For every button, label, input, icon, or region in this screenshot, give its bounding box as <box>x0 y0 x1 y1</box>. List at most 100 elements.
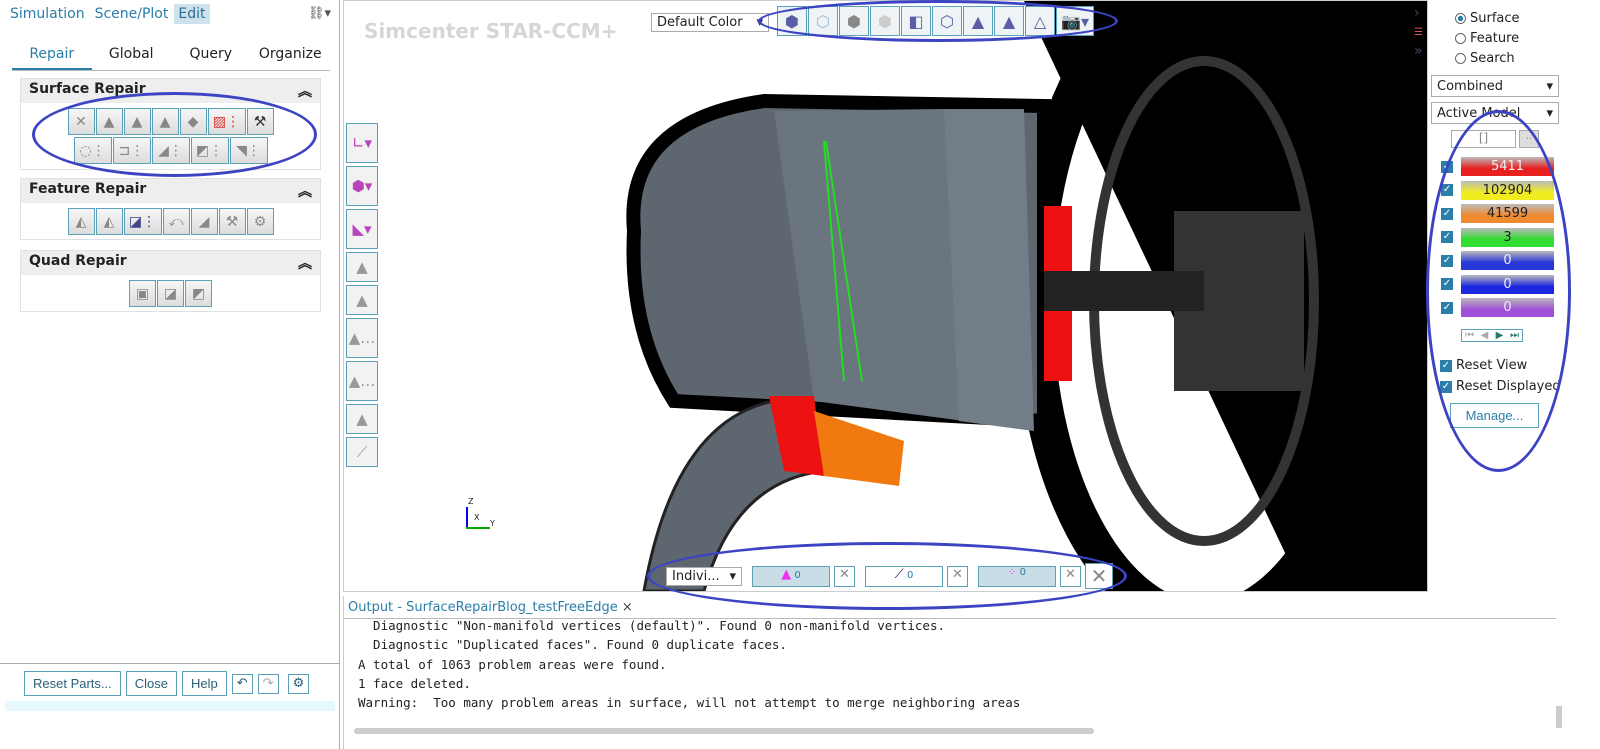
count-bar[interactable]: 0 <box>1461 251 1554 271</box>
reset-view-checkbox[interactable]: ✓ Reset View <box>1440 355 1561 376</box>
feature-curve-icon[interactable]: ⤺ <box>162 208 190 235</box>
radio-surface[interactable]: Surface <box>1455 8 1520 28</box>
edge-icon[interactable]: ⟋ <box>346 437 378 467</box>
collapse-icon[interactable]: ︽ <box>298 81 312 101</box>
quad-icon[interactable]: ▣ <box>129 280 156 307</box>
output-tab[interactable]: Output - SurfaceRepairBlog_testFreeEdge … <box>348 600 633 615</box>
panel-toggle-icons[interactable]: › ☰» <box>1414 4 1423 60</box>
move-faces-icon[interactable]: ◥⋮ <box>229 137 268 164</box>
selected-faces-counter[interactable]: ▲ 0 <box>752 565 830 587</box>
feature-plane-icon[interactable]: ◢ <box>190 208 218 235</box>
fill-triangle-icon[interactable]: ▲ <box>123 108 151 135</box>
triangle-more-icon[interactable]: ▲… <box>346 361 378 401</box>
diagonal-quad-icon[interactable]: ◩ <box>185 280 212 307</box>
tri-more-icon[interactable]: ▲… <box>346 318 378 358</box>
tab-query[interactable]: Query <box>171 44 251 70</box>
combined-dropdown[interactable]: Combined ▾ <box>1431 75 1559 97</box>
count-checkbox[interactable]: ✓ <box>1441 301 1453 314</box>
selection-mode-dropdown[interactable]: Indivi... ▾ <box>666 566 742 586</box>
radio-search[interactable]: Search <box>1455 48 1520 68</box>
clear-faces-icon[interactable]: ✕ <box>834 565 855 587</box>
solid-cube-icon[interactable]: ⬢ <box>777 6 807 36</box>
gray-cube-icon[interactable]: ⬢ <box>839 6 869 36</box>
zip-edges-icon[interactable]: ⊐⋮ <box>112 137 151 164</box>
split-triangle-icon[interactable]: ▲ <box>151 108 179 135</box>
clear-vertices-icon[interactable]: ✕ <box>1060 565 1081 587</box>
first-icon[interactable]: ⏮ <box>1462 330 1477 341</box>
swap-edge-icon[interactable]: ◆ <box>179 108 207 135</box>
count-checkbox[interactable]: ✓ <box>1441 160 1453 173</box>
tab-global[interactable]: Global <box>92 44 172 70</box>
clear-all-icon[interactable]: ✕ <box>1085 563 1113 589</box>
feature-edge-icon[interactable]: ◪⋮ <box>123 208 162 235</box>
count-bar[interactable]: 3 <box>1461 227 1554 247</box>
triangle-icon[interactable]: ▲ <box>95 108 123 135</box>
feature-tools-icon[interactable]: ⚒ <box>218 208 246 235</box>
tab-repair[interactable]: Repair <box>12 44 92 70</box>
menu-scene-plot[interactable]: Scene/Plot <box>91 4 173 24</box>
tri-select-icon[interactable]: ▲ <box>346 252 378 282</box>
reset-parts-button[interactable]: Reset Parts... <box>24 671 121 696</box>
project-faces-icon[interactable]: ◢⋮ <box>151 137 190 164</box>
mark-feature-icon[interactable]: ◭ <box>67 208 95 235</box>
close-tab-icon[interactable]: × <box>622 600 633 615</box>
clear-edges-icon[interactable]: ✕ <box>947 565 968 587</box>
range-button[interactable]: .. <box>1519 130 1539 148</box>
wire-cube-icon[interactable]: ⬡ <box>932 6 962 36</box>
transparent-cube-icon[interactable]: ⬡ <box>808 6 838 36</box>
fill-hole-icon[interactable]: ▨⋮ <box>207 108 246 135</box>
undo-icon[interactable]: ↶ <box>231 673 253 694</box>
count-bar[interactable]: 0 <box>1461 274 1554 294</box>
tri-grow-icon[interactable]: ▲ <box>346 285 378 315</box>
face-selection-icon[interactable]: ◣▾ <box>346 209 378 249</box>
help-button[interactable]: Help <box>182 671 227 696</box>
half-cube-icon[interactable]: ◧ <box>901 6 931 36</box>
extrude-face-icon[interactable]: ◩⋮ <box>190 137 229 164</box>
range-input[interactable]: [] <box>1451 130 1516 148</box>
horizontal-scrollbar[interactable] <box>354 728 1094 734</box>
radio-feature[interactable]: Feature <box>1455 28 1520 48</box>
selected-vertices-counter[interactable]: ⁘ 0 <box>978 565 1056 587</box>
close-button[interactable]: Close <box>125 671 177 696</box>
shrink-selection-icon[interactable]: ▲ <box>994 6 1024 36</box>
unmark-feature-icon[interactable]: ◭ <box>95 208 123 235</box>
corner-selection-icon[interactable]: ∟▾ <box>346 123 378 163</box>
count-checkbox[interactable]: ✓ <box>1441 278 1453 291</box>
vertical-scrollbar[interactable] <box>1556 706 1562 728</box>
cube-selection-icon[interactable]: ⬢▾ <box>346 166 378 206</box>
selected-edges-counter[interactable]: ⟋ 0 <box>865 565 943 587</box>
menu-simulation[interactable]: Simulation <box>6 4 89 24</box>
feature-tools-off-icon[interactable]: ⚙ <box>246 208 274 235</box>
tab-organize[interactable]: Organize <box>251 44 331 70</box>
hammer-wrench-icon[interactable]: ⚒ <box>246 108 274 135</box>
tree-icon[interactable]: ⛓▾ <box>308 6 331 21</box>
light-cube-icon[interactable]: ⬢ <box>870 6 900 36</box>
next-icon[interactable]: ▶ <box>1492 330 1507 341</box>
collapse-icon[interactable]: ︽ <box>298 253 312 273</box>
count-bar[interactable]: 102904 <box>1461 180 1554 200</box>
settings-icon[interactable]: ⚙ <box>287 673 310 694</box>
count-bar[interactable]: 41599 <box>1461 204 1554 224</box>
expand-selection-icon[interactable]: ▲ <box>963 6 993 36</box>
circle-patch-icon[interactable]: ◌⋮ <box>73 137 112 164</box>
last-icon[interactable]: ⏭ <box>1507 330 1522 341</box>
color-mode-dropdown[interactable]: Default Color ▾ <box>651 13 769 32</box>
tri-lock-icon[interactable]: ▲ <box>346 404 378 434</box>
camera-view-icon[interactable]: 📷▾ <box>1056 6 1094 36</box>
menu-edit[interactable]: Edit <box>174 4 210 24</box>
count-checkbox[interactable]: ✓ <box>1441 254 1453 267</box>
split-quad-icon[interactable]: ◪ <box>157 280 184 307</box>
highlight-triangle-icon[interactable]: △ <box>1025 6 1055 36</box>
graphics-viewport[interactable]: Simcenter STAR-CCM+ Default Color ▾ ⬢ ⬡ ⬢… <box>343 0 1428 592</box>
active-model-dropdown[interactable]: Active Model ▾ <box>1431 102 1559 124</box>
reset-displayed-checkbox[interactable]: ✓ Reset Displayed <box>1440 376 1561 397</box>
count-checkbox[interactable]: ✓ <box>1441 231 1453 244</box>
count-bar[interactable]: 0 <box>1461 298 1554 318</box>
count-bar[interactable]: 5411 <box>1461 157 1554 177</box>
count-checkbox[interactable]: ✓ <box>1441 207 1453 220</box>
collapse-icon[interactable]: ︽ <box>298 181 312 201</box>
delete-faces-icon[interactable]: ✕ <box>67 108 95 135</box>
count-checkbox[interactable]: ✓ <box>1441 184 1453 197</box>
manage-button[interactable]: Manage... <box>1450 403 1539 428</box>
redo-icon[interactable]: ↷ <box>257 673 279 694</box>
